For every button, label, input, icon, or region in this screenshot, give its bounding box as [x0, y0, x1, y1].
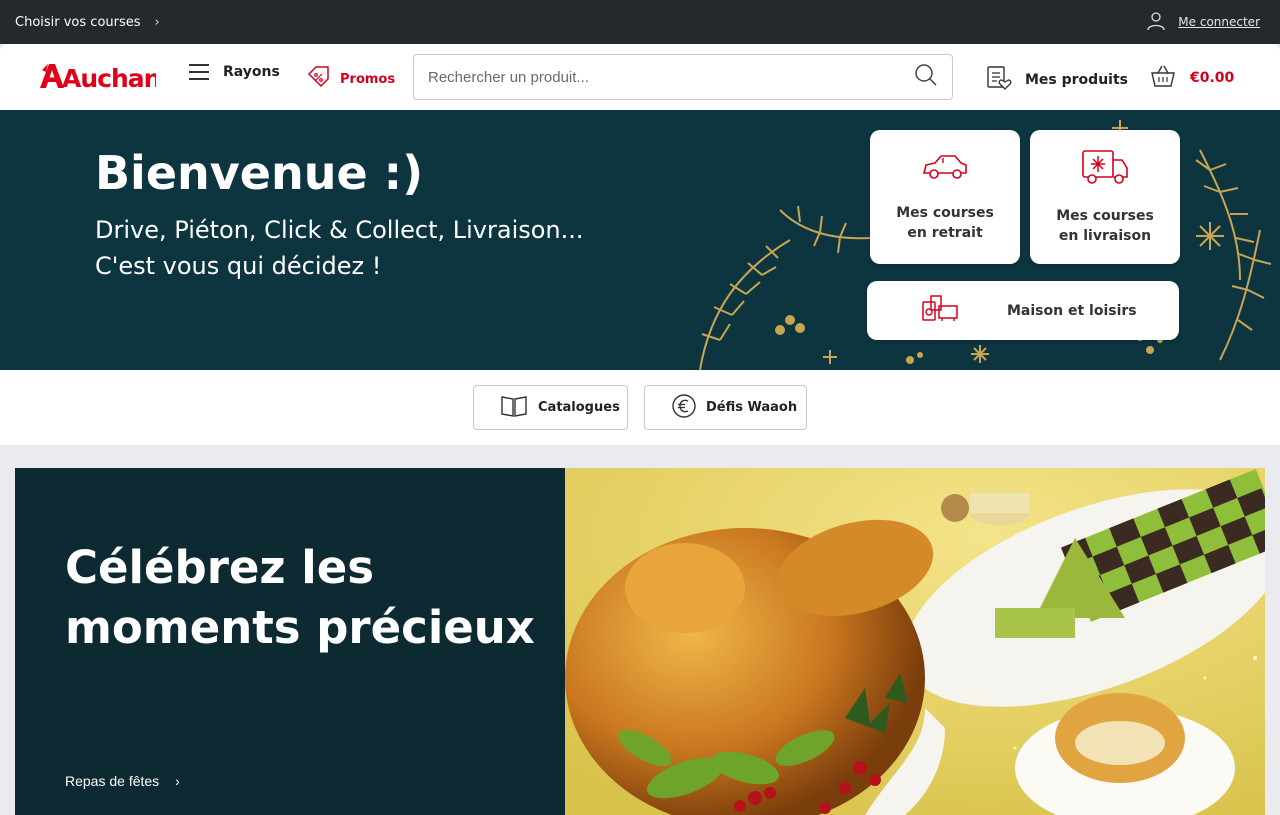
retrait-line1: Mes courses: [896, 205, 994, 221]
livraison-line2: en livraison: [1058, 228, 1152, 244]
search-input[interactable]: [428, 68, 914, 86]
welcome-subtitle-line1: Drive, Piéton, Click & Collect, Livraiso…: [95, 216, 584, 244]
delivery-truck-icon: [1080, 148, 1130, 192]
auchan-logo[interactable]: Auchan: [38, 58, 156, 94]
retrait-line2: en retrait: [907, 225, 983, 241]
defis-waaoh-button[interactable]: Défis Waaoh: [644, 385, 807, 430]
basket-icon: [1150, 64, 1176, 92]
defis-waaoh-label: Défis Waaoh: [706, 400, 798, 415]
maison-loisirs-label: Maison et loisirs: [1007, 302, 1137, 319]
catalogues-label: Catalogues: [538, 400, 620, 415]
courses-livraison-card[interactable]: Mes courses en livraison: [1030, 130, 1180, 264]
promos-label: Promos: [340, 71, 396, 87]
search-box[interactable]: [413, 54, 953, 100]
car-icon: [921, 151, 969, 189]
svg-text:Auchan: Auchan: [62, 64, 156, 93]
livraison-line1: Mes courses: [1056, 208, 1154, 224]
main-header: Auchan Rayons Promos Mes produits €0.00: [0, 44, 1280, 110]
mes-produits-button[interactable]: Mes produits: [985, 64, 1128, 96]
repas-de-fetes-label[interactable]: Repas de fêtes: [65, 773, 159, 789]
rayons-menu-button[interactable]: Rayons: [189, 64, 280, 80]
repas-de-fetes-link[interactable]: Repas de fêtes ›: [65, 773, 180, 789]
promo-banner[interactable]: Célébrez les moments précieux Repas de f…: [15, 468, 1265, 815]
promos-button[interactable]: Promos: [306, 64, 395, 94]
appliances-icon: [921, 294, 959, 328]
book-icon: [500, 394, 528, 422]
promo-tag-icon: [306, 64, 332, 94]
chevron-right-icon: ›: [154, 14, 160, 30]
choose-courses-link[interactable]: Choisir vos courses ›: [15, 15, 160, 30]
chevron-right-icon: ›: [175, 773, 180, 789]
search-icon[interactable]: [914, 63, 938, 91]
festive-meal-image: [565, 468, 1265, 815]
user-icon[interactable]: [1146, 11, 1166, 34]
quick-links-bar: Catalogues Défis Waaoh: [0, 370, 1280, 445]
cart-button[interactable]: €0.00: [1150, 64, 1234, 92]
courses-retrait-card[interactable]: Mes courses en retrait: [870, 130, 1020, 264]
banner-title: Célébrez les moments précieux: [65, 541, 535, 654]
rayons-label: Rayons: [223, 64, 280, 80]
login-link[interactable]: Me connecter: [1178, 15, 1260, 29]
mes-produits-label: Mes produits: [1025, 72, 1128, 88]
shopping-list-icon: [985, 64, 1013, 96]
choose-courses-label[interactable]: Choisir vos courses: [15, 15, 141, 30]
maison-loisirs-card[interactable]: Maison et loisirs: [867, 281, 1179, 340]
catalogues-button[interactable]: Catalogues: [473, 385, 628, 430]
welcome-hero: Bienvenue :) Drive, Piéton, Click & Coll…: [0, 110, 1280, 370]
welcome-subtitle-line2: C'est vous qui décidez !: [95, 252, 382, 280]
cart-total: €0.00: [1190, 70, 1235, 86]
hamburger-icon: [189, 64, 209, 80]
welcome-title: Bienvenue :): [95, 146, 424, 200]
euro-coin-icon: [672, 393, 696, 422]
top-bar: Choisir vos courses › Me connecter: [0, 0, 1280, 44]
